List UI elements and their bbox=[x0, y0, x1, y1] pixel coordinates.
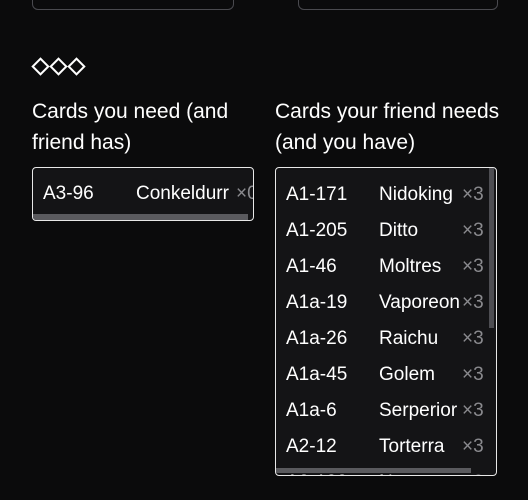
card-quantity: ×3 bbox=[462, 256, 484, 277]
cards-friend-needs-list[interactable]: A1-171 Nidoking ×3 A1-205 Ditto ×3 A1-46… bbox=[275, 167, 497, 476]
card-quantity: ×3 bbox=[462, 400, 484, 421]
card-code: A1-171 bbox=[286, 184, 348, 205]
card-code: A1a-19 bbox=[286, 292, 348, 313]
card-quantity: ×3 bbox=[462, 328, 484, 349]
horizontal-scrollbar[interactable] bbox=[276, 468, 471, 473]
card-quantity: ×3 bbox=[462, 220, 484, 241]
card-name: Serperior bbox=[379, 400, 458, 421]
cards-you-need-list[interactable]: A3-96 Conkeldurr ×0 bbox=[32, 167, 254, 221]
card-code: A1a-26 bbox=[286, 328, 348, 349]
card-name: Vaporeon bbox=[379, 292, 460, 313]
card-name: Golem bbox=[379, 364, 435, 385]
cards-you-need-heading: Cards you need (and friend has) bbox=[32, 100, 229, 154]
card-name: Moltres bbox=[379, 256, 442, 277]
card-code: A1-205 bbox=[286, 220, 348, 241]
diamond-icon bbox=[31, 57, 50, 76]
card-quantity: ×3 bbox=[462, 184, 484, 205]
card-name: Raichu bbox=[379, 328, 439, 349]
card-code: A1-46 bbox=[286, 256, 337, 277]
cards-friend-needs-heading: Cards your friend needs (and you have) bbox=[275, 100, 500, 154]
card-quantity: ×3 bbox=[462, 292, 484, 313]
card-quantity: ×3 bbox=[462, 364, 484, 385]
card-code: A1a-6 bbox=[286, 400, 337, 421]
card-code: A3-96 bbox=[43, 183, 94, 204]
card-code: A2-12 bbox=[286, 436, 337, 457]
top-right-panel bbox=[298, 0, 498, 10]
top-left-panel bbox=[32, 0, 234, 10]
diamond-icon bbox=[49, 57, 68, 76]
card-name: Torterra bbox=[379, 436, 445, 457]
horizontal-scrollbar[interactable] bbox=[33, 214, 248, 220]
card-quantity: ×0 bbox=[236, 183, 253, 204]
card-name: Ditto bbox=[379, 220, 419, 241]
card-name: Nidoking bbox=[379, 184, 453, 205]
card-quantity: ×3 bbox=[462, 436, 484, 457]
diamond-icon bbox=[67, 57, 86, 76]
trade-page: Cards you need (and friend has) Cards yo… bbox=[0, 0, 528, 500]
vertical-scrollbar[interactable] bbox=[489, 168, 494, 328]
diamond-rarity-icon bbox=[31, 57, 86, 76]
card-code: A1a-45 bbox=[286, 364, 348, 385]
card-name: Conkeldurr bbox=[136, 183, 229, 204]
